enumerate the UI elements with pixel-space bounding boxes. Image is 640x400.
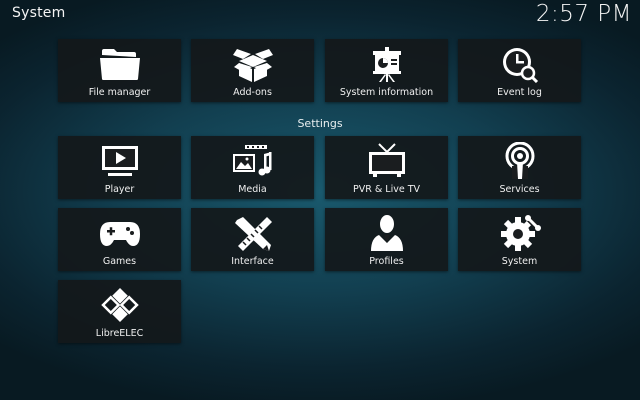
gear-wrench-icon — [498, 214, 542, 252]
window-title: System — [12, 5, 66, 21]
system-information-tile[interactable]: System information — [325, 39, 448, 102]
event-log-tile[interactable]: Event log — [458, 39, 581, 102]
libreelec-logo-icon — [98, 286, 142, 324]
games-label: Games — [102, 256, 137, 267]
play-screen-icon — [98, 142, 142, 180]
interface-tile[interactable]: Interface — [191, 208, 314, 271]
media-label: Media — [238, 184, 267, 195]
clock: 2:57 PM — [535, 1, 632, 27]
media-icon — [231, 142, 275, 180]
settings-heading: Settings — [297, 117, 343, 130]
pencil-ruler-icon — [231, 214, 275, 252]
system-information-label: System information — [339, 87, 434, 98]
user-silhouette-icon — [365, 214, 409, 252]
profiles-tile[interactable]: Profiles — [325, 208, 448, 271]
presentation-board-icon — [365, 45, 409, 83]
player-tile[interactable]: Player — [58, 136, 181, 199]
file-manager-label: File manager — [88, 87, 151, 98]
services-tile[interactable]: Services — [458, 136, 581, 199]
media-tile[interactable]: Media — [191, 136, 314, 199]
event-log-label: Event log — [497, 87, 542, 98]
file-manager-tile[interactable]: File manager — [58, 39, 181, 102]
tv-antenna-icon — [365, 142, 409, 180]
interface-label: Interface — [231, 256, 274, 267]
libreelec-label: LibreELEC — [95, 328, 144, 339]
add-ons-tile[interactable]: Add-ons — [191, 39, 314, 102]
system-tile[interactable]: System — [458, 208, 581, 271]
broadcast-icon — [498, 142, 542, 180]
folder-icon — [98, 45, 142, 83]
open-box-icon — [231, 45, 275, 83]
pvr-live-tv-label: PVR & Live TV — [353, 184, 420, 195]
libreelec-tile[interactable]: LibreELEC — [58, 280, 181, 343]
pvr-live-tv-tile[interactable]: PVR & Live TV — [325, 136, 448, 199]
player-label: Player — [104, 184, 135, 195]
services-label: Services — [499, 184, 540, 195]
system-label: System — [501, 256, 538, 267]
gamepad-icon — [98, 214, 142, 252]
add-ons-label: Add-ons — [233, 87, 272, 98]
clock-search-icon — [498, 45, 542, 83]
profiles-label: Profiles — [369, 256, 404, 267]
games-tile[interactable]: Games — [58, 208, 181, 271]
